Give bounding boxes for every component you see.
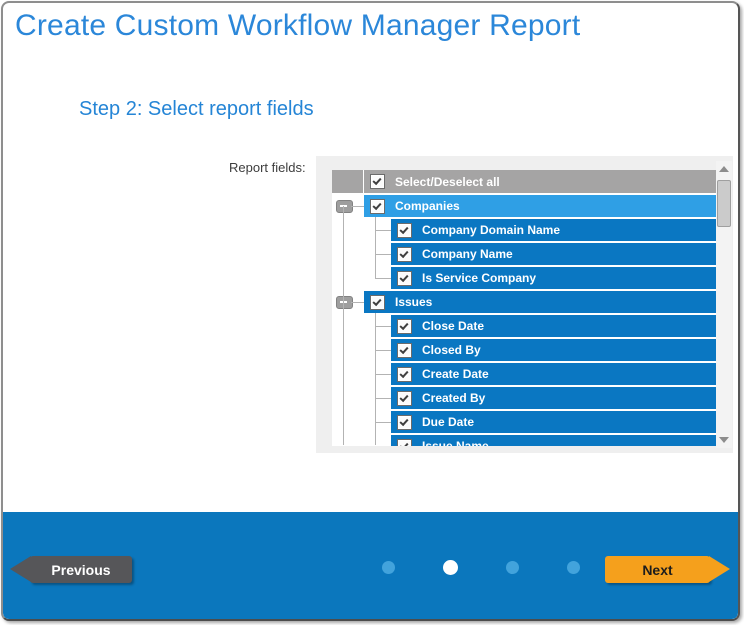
checkbox-issue-name[interactable] <box>397 439 412 447</box>
checkbox-is-service-company[interactable] <box>397 271 412 286</box>
row-label: Is Service Company <box>422 271 536 285</box>
checkbox-issues[interactable] <box>370 295 385 310</box>
vertical-scrollbar[interactable] <box>716 161 732 448</box>
scrollbar-thumb[interactable] <box>717 180 731 227</box>
row-label: Due Date <box>422 415 474 429</box>
tree-connector-line <box>343 206 344 445</box>
tree-connector-line <box>375 217 376 278</box>
row-label: Issues <box>395 295 432 309</box>
checkbox-company-name[interactable] <box>397 247 412 262</box>
previous-button[interactable]: Previous <box>30 556 132 583</box>
checkbox-close-date[interactable] <box>397 319 412 334</box>
step-dot-2-active <box>443 560 458 575</box>
scroll-down-icon[interactable] <box>719 437 729 443</box>
row-label: Company Name <box>422 247 513 261</box>
report-fields-label: Report fields: <box>229 160 306 175</box>
tree-connector-line <box>375 398 391 399</box>
step-heading: Step 2: Select report fields <box>79 98 314 121</box>
select-all-label: Select/Deselect all <box>395 175 500 189</box>
row-label: Company Domain Name <box>422 223 560 237</box>
select-deselect-all-row[interactable]: Select/Deselect all <box>332 170 716 193</box>
row-label: Created By <box>422 391 485 405</box>
checkbox-create-date[interactable] <box>397 367 412 382</box>
checkbox-company-domain-name[interactable] <box>397 223 412 238</box>
report-fields-panel: Select/Deselect all Companies Company Do… <box>316 156 733 453</box>
row-label: Close Date <box>422 319 484 333</box>
tree-connector-line <box>375 422 391 423</box>
row-companies[interactable]: Companies <box>332 195 716 217</box>
next-button[interactable]: Next <box>605 556 710 583</box>
checkbox-companies[interactable] <box>370 199 385 214</box>
tree-connector-line <box>375 230 391 231</box>
tree-connector-line <box>351 302 364 303</box>
tree-connector-line <box>375 278 391 279</box>
tree-connector-line <box>375 326 391 327</box>
tree-connector-line <box>375 374 391 375</box>
row-label: Create Date <box>422 367 489 381</box>
row-label: Companies <box>395 199 460 213</box>
report-fields-tree[interactable]: Select/Deselect all Companies Company Do… <box>332 170 716 446</box>
header-indent-cell <box>332 170 363 193</box>
row-label: Closed By <box>422 343 481 357</box>
tree-connector-line <box>375 254 391 255</box>
step-indicator <box>382 553 580 581</box>
row-label: Issue Name <box>422 439 489 446</box>
select-all-checkbox[interactable] <box>370 174 385 189</box>
row-issue-name[interactable]: Issue Name <box>332 435 716 446</box>
wizard-footer-bar: Previous Next <box>3 512 738 619</box>
page-title: Create Custom Workflow Manager Report <box>15 9 580 43</box>
checkbox-closed-by[interactable] <box>397 343 412 358</box>
row-issues[interactable]: Issues <box>332 291 716 313</box>
step-dot-1 <box>382 561 395 574</box>
checkbox-created-by[interactable] <box>397 391 412 406</box>
wizard-window: Create Custom Workflow Manager Report St… <box>1 1 740 621</box>
step-dot-4 <box>567 561 580 574</box>
checkbox-due-date[interactable] <box>397 415 412 430</box>
tree-connector-line <box>375 350 391 351</box>
tree-connector-line <box>375 313 376 445</box>
tree-connector-line <box>351 206 364 207</box>
scroll-up-icon[interactable] <box>719 166 729 172</box>
step-dot-3 <box>506 561 519 574</box>
